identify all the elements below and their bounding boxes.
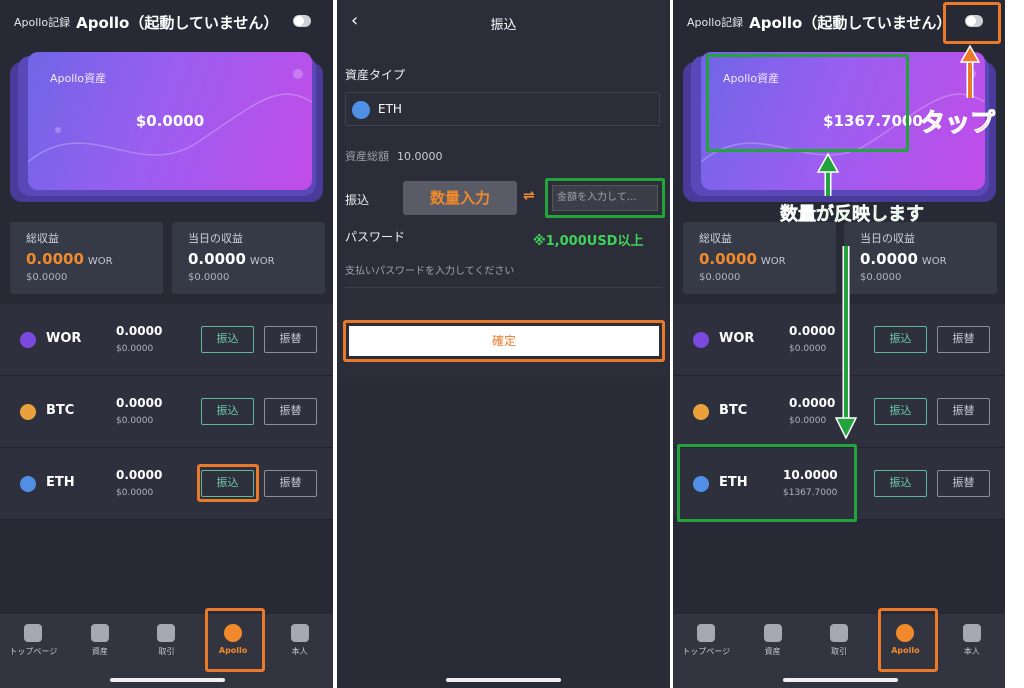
annotation-arrows (816, 44, 981, 440)
tap-annotation: タップ (919, 108, 996, 138)
tutorial-composite: Apollo記録 Apollo（起動していません） Apollo資産 $0.00… (0, 0, 1024, 688)
reflect-annotation: 数量が反映します (780, 204, 925, 226)
